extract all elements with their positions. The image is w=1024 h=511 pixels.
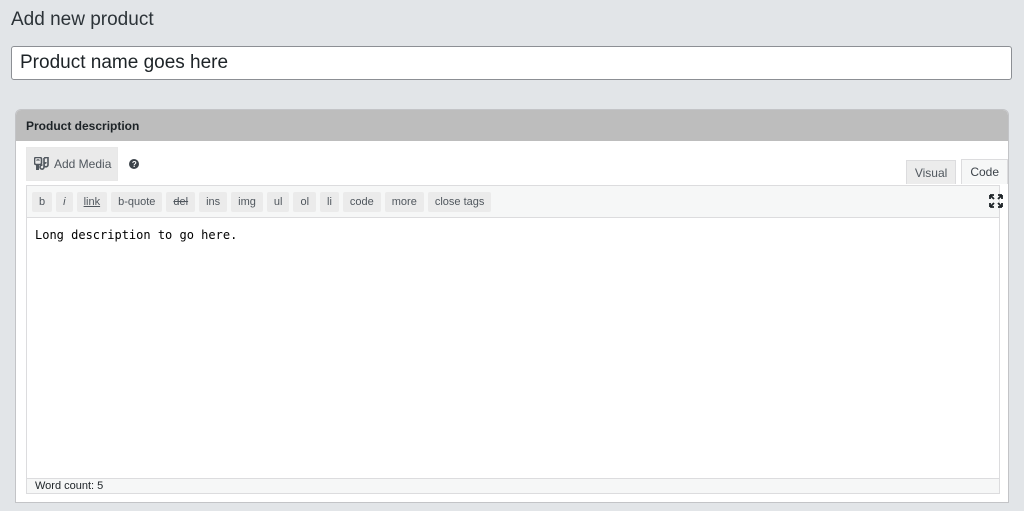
editor-tabs: Visual Code bbox=[901, 159, 1008, 184]
qt-del-button[interactable]: del bbox=[166, 191, 196, 212]
add-media-label: Add Media bbox=[54, 157, 112, 171]
tab-visual[interactable]: Visual bbox=[905, 160, 957, 184]
product-description-box: Product description Add Media ? Visual C… bbox=[15, 109, 1009, 503]
page-title: Add new product bbox=[11, 9, 154, 30]
qt-italic-button[interactable]: i bbox=[56, 191, 73, 212]
editor-textarea[interactable]: Long description to go here. bbox=[27, 218, 999, 461]
media-icon bbox=[34, 157, 49, 171]
editor-container: b i link b-quote del ins img ul ol li co… bbox=[26, 185, 1003, 494]
qt-bold-button[interactable]: b bbox=[32, 191, 53, 212]
qt-img-button[interactable]: img bbox=[231, 191, 263, 212]
help-icon[interactable]: ? bbox=[129, 159, 140, 169]
postbox-header[interactable]: Product description bbox=[16, 110, 1008, 141]
qt-blockquote-button[interactable]: b-quote bbox=[111, 191, 163, 212]
status-bar: Word count: 5 bbox=[27, 478, 999, 493]
qt-more-button[interactable]: more bbox=[384, 191, 424, 212]
tab-code[interactable]: Code bbox=[961, 159, 1008, 184]
qt-ul-button[interactable]: ul bbox=[266, 191, 290, 212]
media-bar: Add Media ? bbox=[26, 147, 140, 181]
quicktags-toolbar: b i link b-quote del ins img ul ol li co… bbox=[27, 186, 1003, 218]
qt-ins-button[interactable]: ins bbox=[199, 191, 228, 212]
qt-ol-button[interactable]: ol bbox=[293, 191, 317, 212]
product-title-input[interactable] bbox=[11, 46, 1012, 80]
qt-li-button[interactable]: li bbox=[320, 191, 339, 212]
fullscreen-icon[interactable] bbox=[989, 194, 1003, 213]
postbox-heading: Product description bbox=[26, 118, 140, 133]
add-media-button[interactable]: Add Media bbox=[26, 147, 119, 181]
qt-close-tags-button[interactable]: close tags bbox=[427, 191, 492, 212]
word-count: Word count: 5 bbox=[35, 480, 104, 492]
qt-code-button[interactable]: code bbox=[342, 191, 381, 212]
qt-link-button[interactable]: link bbox=[76, 191, 108, 212]
